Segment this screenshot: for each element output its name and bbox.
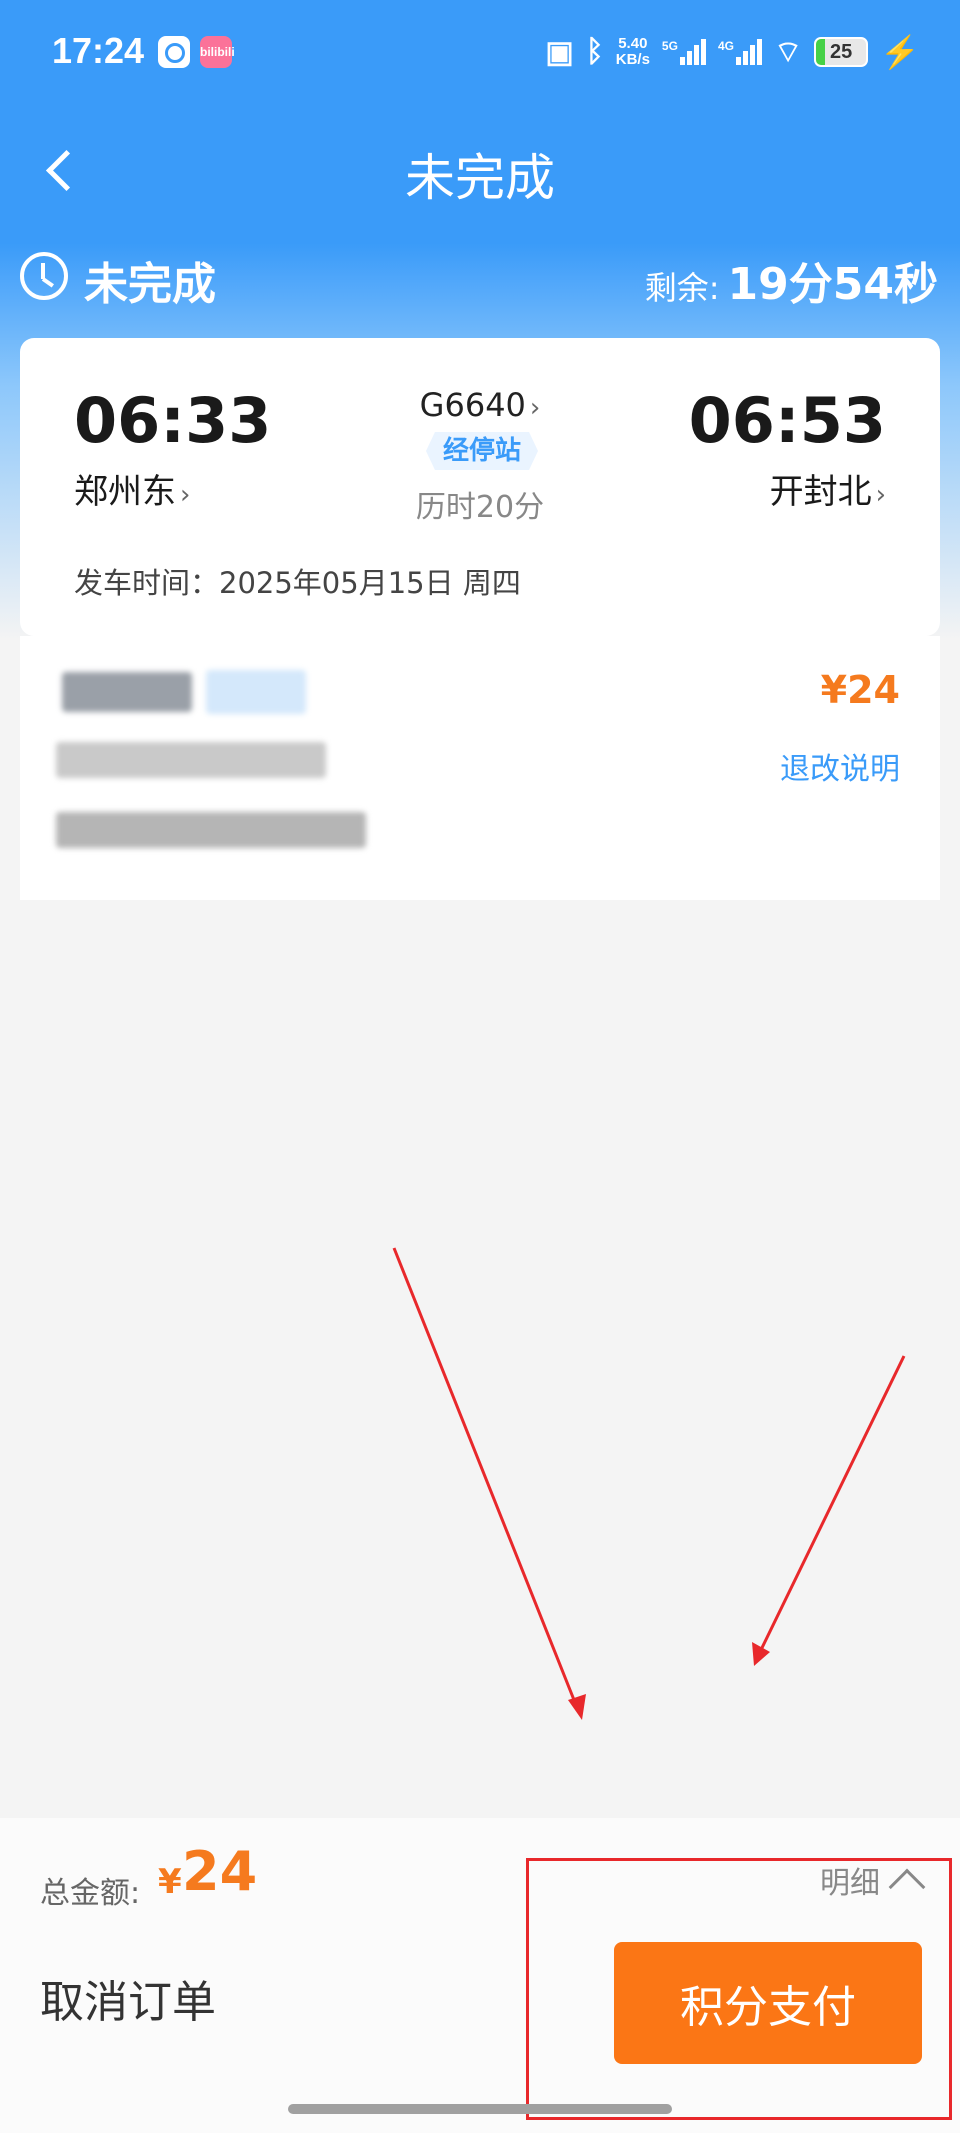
arrival-station-label: 开封北 [769,472,872,512]
trip-card: 06:33 郑州东 › G6640 › 经停站 历时20分 06:53 开封北 › 发… [20,338,940,636]
refund-policy-link[interactable]: 退改说明 [780,744,900,788]
status-bar: 17:24 bilibili ▣ ᛒ 5.40 KB/s 5G 4G ⌔ 25 … [0,0,960,104]
home-indicator[interactable] [288,2104,672,2114]
annotation-arrowhead-left [568,1694,586,1720]
via-stations-button[interactable]: 经停站 [426,432,538,470]
arrival-station[interactable]: 开封北 › [770,464,886,513]
wifi-icon: ⌔ [773,36,803,69]
ticket-price: ¥24 [820,668,900,712]
total-amount-value: 24 [182,1840,258,1903]
annotation-arrow-right [756,1355,906,1657]
message-app-icon [158,36,190,68]
clock-time: 17:24 [52,30,145,71]
battery-icon: 25 [814,37,869,67]
passenger-card: ¥24 退改说明 [20,636,940,900]
chevron-right-icon: › [529,393,541,423]
total-currency: ¥ [158,1862,182,1902]
contact-card-icon: ▣ [545,35,574,69]
order-status-label: 未完成 [84,259,216,310]
departure-date: 发车时间：2025年05月15日 周四 [74,566,521,600]
remaining-countdown: 19分54秒 [727,259,938,310]
signal-4g-label: 4G [717,39,734,53]
train-number-label: G6640 [419,386,526,424]
network-speed-value: 5.40 [618,35,648,52]
chevron-up-icon [888,1868,926,1906]
passenger-id-redacted [56,742,326,778]
arrival-time: 06:53 [688,384,886,457]
signal-5g-icon: 5G [662,39,706,65]
remaining-time: 剩余: 19分54秒 [645,248,938,312]
detail-label: 明细 [820,1866,880,1901]
annotation-arrow-left [392,1247,580,1711]
total-amount-label: 总金额: [40,1876,141,1911]
bilibili-app-icon: bilibili [200,36,235,68]
bottom-action-bar: 总金额: ¥ 24 明细 取消订单 积分支付 [0,1818,960,2133]
status-icons: ▣ ᛒ 5.40 KB/s 5G 4G ⌔ 25 ⚡ [545,30,920,74]
order-page: 17:24 bilibili ▣ ᛒ 5.40 KB/s 5G 4G ⌔ 25 … [0,0,960,2133]
network-speed: 5.40 KB/s [616,36,650,68]
signal-5g-label: 5G [661,39,678,53]
detail-toggle-button[interactable]: 明细 [820,1858,926,1906]
seat-info-redacted [56,812,366,848]
passenger-name-redacted [62,672,192,712]
cancel-order-button[interactable]: 取消订单 [40,1968,216,2038]
network-speed-unit: KB/s [615,51,650,68]
page-title: 未完成 [405,149,555,207]
points-pay-button[interactable]: 积分支付 [614,1942,922,2064]
ticket-type-badge-redacted [206,670,306,714]
clock-icon [20,252,68,300]
bluetooth-icon: ᛒ [585,35,604,68]
annotation-arrowhead-right [752,1642,770,1666]
charging-icon: ⚡ [880,34,920,70]
signal-4g-icon: 4G [718,39,762,65]
remaining-label: 剩余: [644,269,720,307]
chevron-right-icon: › [875,480,886,510]
